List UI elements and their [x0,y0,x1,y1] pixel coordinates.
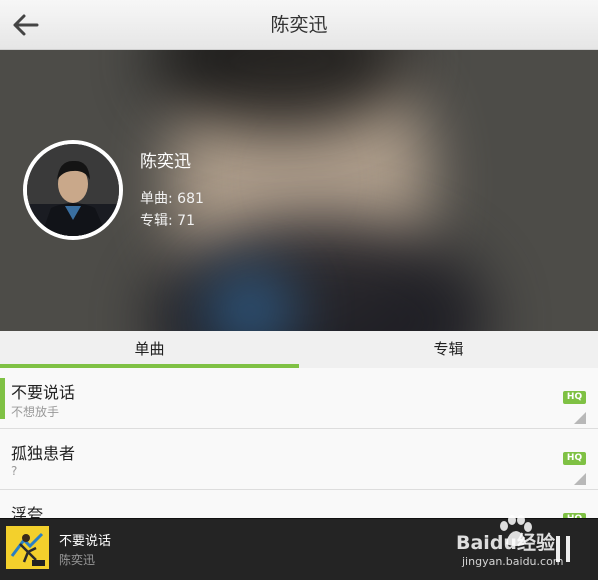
tab-bar: 单曲 专辑 [0,331,598,368]
song-title: 孤独患者 [11,444,76,463]
albums-count: 71 [177,213,195,229]
albums-stat: 专辑: 71 [140,210,195,230]
artist-banner: 陈奕迅 单曲: 681 专辑: 71 [0,50,598,331]
singles-count: 681 [177,191,204,207]
more-corner-icon[interactable] [574,412,586,424]
song-album: 不想放手 [11,405,60,419]
now-playing-title: 不要说话 [59,534,112,549]
more-corner-icon[interactable] [574,473,586,485]
song-list: 不要说话 不想放手 HQ 孤独患者 ? HQ 浮夸 HQ [0,368,598,518]
tab-albums[interactable]: 专辑 [299,331,598,368]
song-row[interactable]: 不要说话 不想放手 HQ [0,368,598,429]
album-cover[interactable] [6,526,49,569]
singles-stat: 单曲: 681 [140,188,204,208]
top-bar: 陈奕迅 [0,0,598,50]
song-row[interactable]: 孤独患者 ? HQ [0,429,598,490]
song-title: 浮夸 [11,505,44,518]
song-row[interactable]: 浮夸 HQ [0,490,598,518]
now-playing-artist: 陈奕迅 [59,553,96,567]
artist-name: 陈奕迅 [140,152,191,172]
watermark-text: Baidu经验 [456,532,555,554]
albums-label: 专辑: [140,213,178,229]
singles-label: 单曲: [140,191,178,207]
hq-badge: HQ [563,452,586,465]
page-title: 陈奕迅 [270,14,328,36]
watermark-url: jingyan.baidu.com [462,555,564,568]
tab-singles[interactable]: 单曲 [0,331,299,368]
song-album: ? [11,464,18,478]
song-title: 不要说话 [11,383,76,402]
hq-badge: HQ [563,391,586,404]
artist-avatar [23,140,123,240]
